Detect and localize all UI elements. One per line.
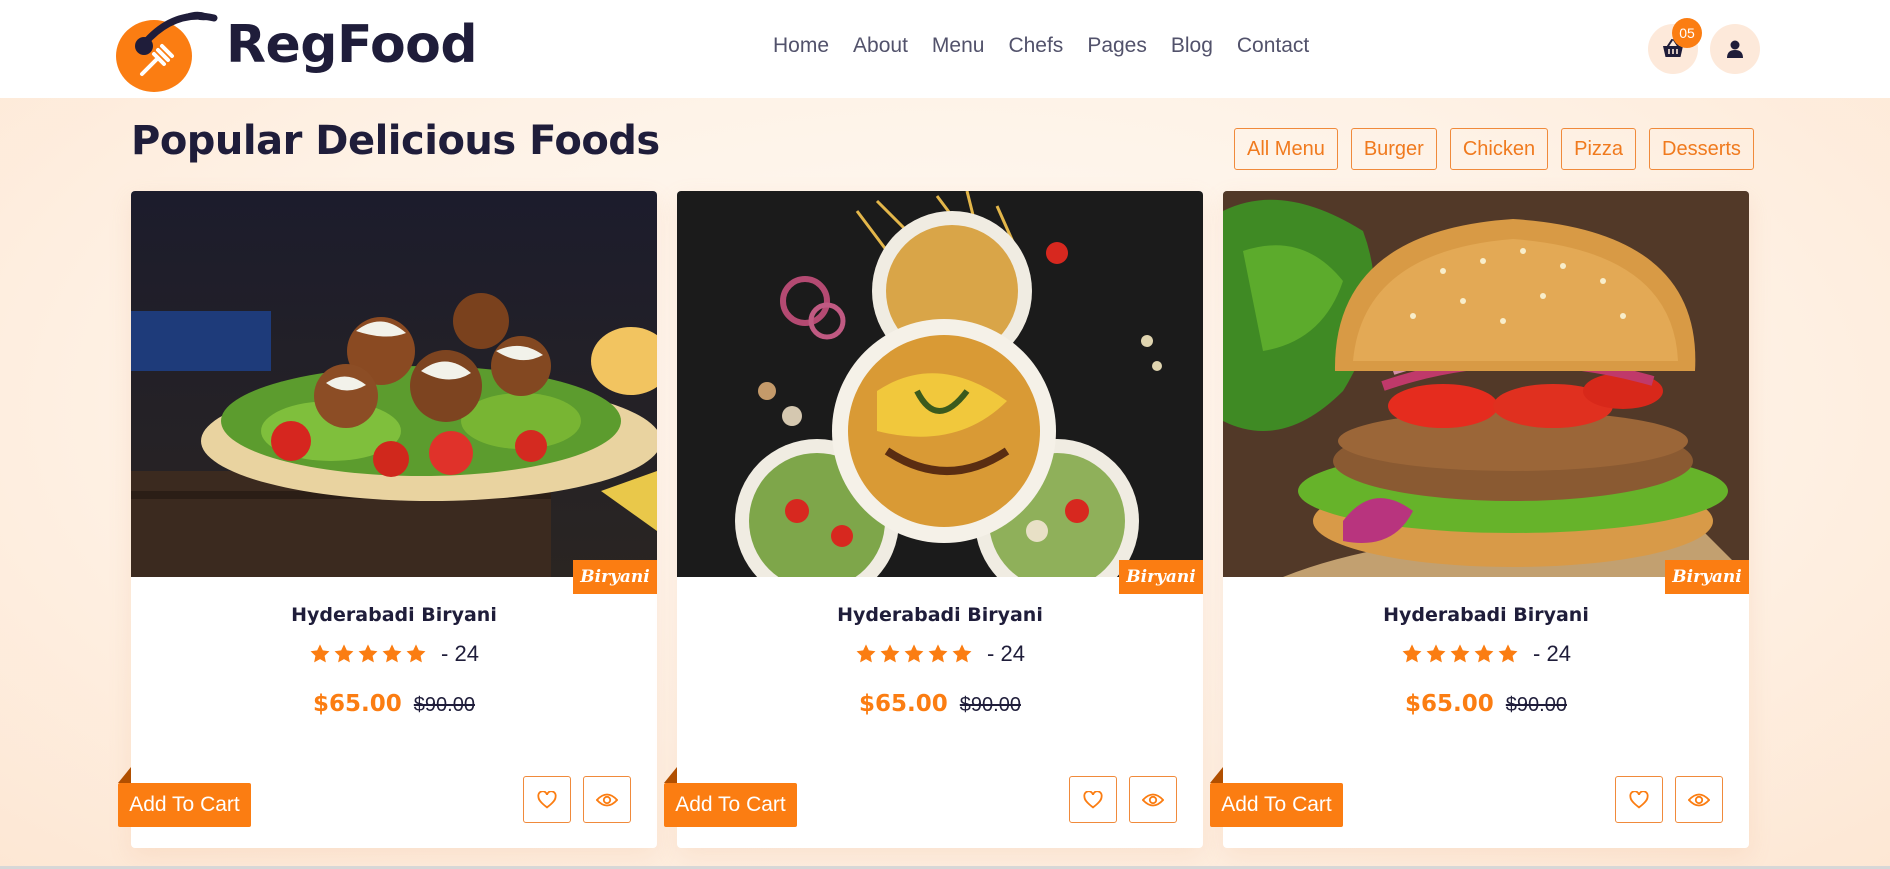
star-icon xyxy=(1450,644,1470,663)
heart-icon xyxy=(1083,790,1103,808)
filter-pizza[interactable]: Pizza xyxy=(1561,128,1637,170)
star-icon xyxy=(952,644,972,663)
food-card: Biryani Hyderabadi Biryani - 24 $65.00 $… xyxy=(664,191,1203,848)
wishlist-button[interactable] xyxy=(1069,776,1117,823)
food-title[interactable]: Hyderabadi Biryani xyxy=(131,604,657,626)
add-to-cart-button[interactable]: Add To Cart xyxy=(118,783,251,827)
ribbon-fold xyxy=(1210,767,1223,783)
food-card: Biryani Hyderabadi Biryani - 24 $65.00 $… xyxy=(1210,191,1749,848)
star-icon xyxy=(856,644,876,663)
star-icon xyxy=(880,644,900,663)
ribbon-fold xyxy=(118,767,131,783)
rating-count: - 24 xyxy=(441,641,479,666)
nav-blog[interactable]: Blog xyxy=(1171,34,1213,58)
nav-chefs[interactable]: Chefs xyxy=(1008,34,1063,58)
quick-view-button[interactable] xyxy=(583,776,631,823)
price-block: $65.00 $90.00 xyxy=(131,691,657,717)
ribbon-fold xyxy=(664,767,677,783)
eye-icon xyxy=(1688,793,1710,806)
star-rating: - 24 xyxy=(131,641,657,667)
filter-burger[interactable]: Burger xyxy=(1350,128,1437,170)
site-header: RegFood Home About Menu Chefs Pages Blog… xyxy=(0,0,1890,98)
brand-logo[interactable]: RegFood xyxy=(114,4,478,94)
star-icon xyxy=(382,644,402,663)
star-icon xyxy=(904,644,924,663)
menu-filter-tabs: All Menu Burger Chicken Pizza Desserts xyxy=(1234,128,1754,170)
logo-icon xyxy=(114,4,220,94)
filter-chicken[interactable]: Chicken xyxy=(1449,128,1549,170)
food-title[interactable]: Hyderabadi Biryani xyxy=(677,604,1203,626)
star-icon xyxy=(928,644,948,663)
current-price: $65.00 xyxy=(1405,691,1494,717)
heart-icon xyxy=(1629,790,1649,808)
add-to-cart-button[interactable]: Add To Cart xyxy=(1210,783,1343,827)
main-nav: Home About Menu Chefs Pages Blog Contact xyxy=(773,34,1309,58)
nav-contact[interactable]: Contact xyxy=(1237,34,1309,58)
wishlist-button[interactable] xyxy=(1615,776,1663,823)
price-block: $65.00 $90.00 xyxy=(677,691,1203,717)
rating-count: - 24 xyxy=(987,641,1025,666)
star-icon xyxy=(406,644,426,663)
star-rating: - 24 xyxy=(677,641,1203,667)
rating-count: - 24 xyxy=(1533,641,1571,666)
section-title: Popular Delicious Foods xyxy=(131,118,660,164)
quick-view-button[interactable] xyxy=(1675,776,1723,823)
brand-name: RegFood xyxy=(226,15,478,75)
filter-desserts[interactable]: Desserts xyxy=(1649,128,1754,170)
popular-foods-section: Popular Delicious Foods All Menu Burger … xyxy=(0,98,1890,869)
current-price: $65.00 xyxy=(859,691,948,717)
user-account-button[interactable] xyxy=(1710,24,1760,74)
star-icon xyxy=(1402,644,1422,663)
food-card: Biryani Hyderabadi Biryani - 24 $65.00 $… xyxy=(118,191,657,848)
filter-all-menu[interactable]: All Menu xyxy=(1234,128,1338,170)
eye-icon xyxy=(1142,793,1164,806)
nav-menu[interactable]: Menu xyxy=(932,34,985,58)
star-icon xyxy=(334,644,354,663)
star-rating: - 24 xyxy=(1223,641,1749,667)
food-image[interactable] xyxy=(1223,191,1749,577)
star-icon xyxy=(1426,644,1446,663)
wishlist-button[interactable] xyxy=(523,776,571,823)
star-icon xyxy=(310,644,330,663)
old-price: $90.00 xyxy=(1505,694,1567,716)
price-block: $65.00 $90.00 xyxy=(1223,691,1749,717)
cart-count-badge: 05 xyxy=(1672,18,1702,48)
quick-view-button[interactable] xyxy=(1129,776,1177,823)
category-tag: Biryani xyxy=(573,560,657,594)
user-icon xyxy=(1727,40,1743,58)
category-tag: Biryani xyxy=(1119,560,1203,594)
old-price: $90.00 xyxy=(413,694,475,716)
nav-pages[interactable]: Pages xyxy=(1087,34,1147,58)
eye-icon xyxy=(596,793,618,806)
heart-icon xyxy=(537,790,557,808)
old-price: $90.00 xyxy=(959,694,1021,716)
star-icon xyxy=(1498,644,1518,663)
nav-home[interactable]: Home xyxy=(773,34,829,58)
food-title[interactable]: Hyderabadi Biryani xyxy=(1223,604,1749,626)
food-image[interactable] xyxy=(131,191,657,577)
food-image[interactable] xyxy=(677,191,1203,577)
star-icon xyxy=(1474,644,1494,663)
add-to-cart-button[interactable]: Add To Cart xyxy=(664,783,797,827)
star-icon xyxy=(358,644,378,663)
category-tag: Biryani xyxy=(1665,560,1749,594)
nav-about[interactable]: About xyxy=(853,34,908,58)
current-price: $65.00 xyxy=(313,691,402,717)
